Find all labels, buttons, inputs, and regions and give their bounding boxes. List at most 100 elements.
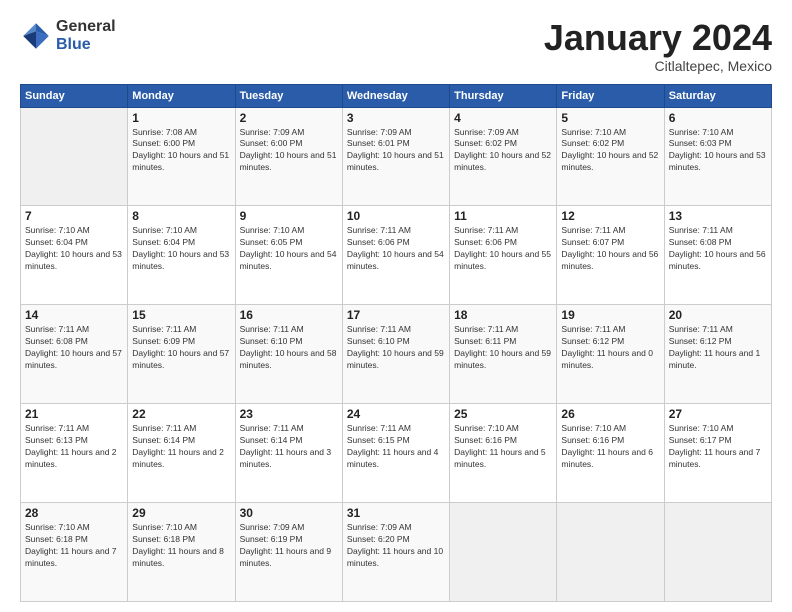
day-info: Sunrise: 7:10 AMSunset: 6:03 PMDaylight:… <box>669 127 767 175</box>
weekday-header: Wednesday <box>342 84 449 107</box>
title-block: January 2024 Citlaltepec, Mexico <box>544 18 772 74</box>
weekday-header: Friday <box>557 84 664 107</box>
day-number: 5 <box>561 111 659 125</box>
weekday-header: Tuesday <box>235 84 342 107</box>
day-number: 28 <box>25 506 123 520</box>
calendar-week-row: 21Sunrise: 7:11 AMSunset: 6:13 PMDayligh… <box>21 404 772 503</box>
day-number: 19 <box>561 308 659 322</box>
day-info: Sunrise: 7:11 AMSunset: 6:14 PMDaylight:… <box>132 423 230 471</box>
day-info: Sunrise: 7:10 AMSunset: 6:18 PMDaylight:… <box>132 522 230 570</box>
weekday-header: Monday <box>128 84 235 107</box>
calendar-cell: 23 Sunrise: 7:11 AMSunset: 6:14 PMDayligh… <box>235 404 342 503</box>
day-number: 23 <box>240 407 338 421</box>
calendar-cell: 30 Sunrise: 7:09 AMSunset: 6:19 PMDayligh… <box>235 503 342 602</box>
calendar-cell: 9Sunrise: 7:10 AMSunset: 6:05 PMDaylight… <box>235 206 342 305</box>
day-number: 15 <box>132 308 230 322</box>
day-info: Sunrise: 7:11 AMSunset: 6:07 PMDaylight:… <box>561 225 659 273</box>
calendar-cell: 13Sunrise: 7:11 AMSunset: 6:08 PMDayligh… <box>664 206 771 305</box>
day-number: 26 <box>561 407 659 421</box>
calendar-cell: 24Sunrise: 7:11 AMSunset: 6:15 PMDayligh… <box>342 404 449 503</box>
calendar-week-row: 1Sunrise: 7:08 AMSunset: 6:00 PMDaylight… <box>21 107 772 206</box>
calendar-week-row: 14 Sunrise: 7:11 AMSunset: 6:08 PMDayligh… <box>21 305 772 404</box>
calendar-cell <box>664 503 771 602</box>
day-number: 30 <box>240 506 338 520</box>
page: General Blue January 2024 Citlaltepec, M… <box>0 0 792 612</box>
calendar-cell <box>450 503 557 602</box>
calendar-cell: 20 Sunrise: 7:11 AMSunset: 6:12 PMDayligh… <box>664 305 771 404</box>
day-number: 2 <box>240 111 338 125</box>
day-number: 4 <box>454 111 552 125</box>
calendar-cell: 18 Sunrise: 7:11 AMSunset: 6:11 PMDayligh… <box>450 305 557 404</box>
calendar-cell: 17 Sunrise: 7:11 AMSunset: 6:10 PMDayligh… <box>342 305 449 404</box>
logo-text: General Blue <box>56 18 116 53</box>
calendar-cell: 5 Sunrise: 7:10 AMSunset: 6:02 PMDaylight… <box>557 107 664 206</box>
day-info: Sunrise: 7:09 AMSunset: 6:02 PMDaylight:… <box>454 127 552 175</box>
day-info: Sunrise: 7:10 AMSunset: 6:16 PMDaylight:… <box>454 423 552 471</box>
calendar-cell: 2Sunrise: 7:09 AMSunset: 6:00 PMDaylight… <box>235 107 342 206</box>
calendar-cell: 25 Sunrise: 7:10 AMSunset: 6:16 PMDayligh… <box>450 404 557 503</box>
calendar-cell: 6 Sunrise: 7:10 AMSunset: 6:03 PMDaylight… <box>664 107 771 206</box>
logo: General Blue <box>20 18 116 53</box>
calendar-cell: 22Sunrise: 7:11 AMSunset: 6:14 PMDayligh… <box>128 404 235 503</box>
day-info: Sunrise: 7:11 AMSunset: 6:12 PMDaylight:… <box>669 324 767 372</box>
day-info: Sunrise: 7:10 AMSunset: 6:02 PMDaylight:… <box>561 127 659 175</box>
calendar-week-row: 28 Sunrise: 7:10 AMSunset: 6:18 PMDayligh… <box>21 503 772 602</box>
day-number: 14 <box>25 308 123 322</box>
day-number: 17 <box>347 308 445 322</box>
day-info: Sunrise: 7:10 AMSunset: 6:04 PMDaylight:… <box>132 225 230 273</box>
day-info: Sunrise: 7:11 AMSunset: 6:09 PMDaylight:… <box>132 324 230 372</box>
day-number: 21 <box>25 407 123 421</box>
day-number: 25 <box>454 407 552 421</box>
calendar-cell: 21Sunrise: 7:11 AMSunset: 6:13 PMDayligh… <box>21 404 128 503</box>
weekday-header: Sunday <box>21 84 128 107</box>
day-info: Sunrise: 7:11 AMSunset: 6:12 PMDaylight:… <box>561 324 659 372</box>
calendar-week-row: 7 Sunrise: 7:10 AMSunset: 6:04 PMDaylight… <box>21 206 772 305</box>
day-info: Sunrise: 7:11 AMSunset: 6:06 PMDaylight:… <box>347 225 445 273</box>
day-info: Sunrise: 7:10 AMSunset: 6:16 PMDaylight:… <box>561 423 659 471</box>
calendar-cell: 15 Sunrise: 7:11 AMSunset: 6:09 PMDayligh… <box>128 305 235 404</box>
day-info: Sunrise: 7:11 AMSunset: 6:08 PMDaylight:… <box>25 324 123 372</box>
day-number: 7 <box>25 209 123 223</box>
calendar-cell: 31Sunrise: 7:09 AMSunset: 6:20 PMDayligh… <box>342 503 449 602</box>
logo-general: General <box>56 18 116 36</box>
day-info: Sunrise: 7:11 AMSunset: 6:11 PMDaylight:… <box>454 324 552 372</box>
day-info: Sunrise: 7:10 AMSunset: 6:05 PMDaylight:… <box>240 225 338 273</box>
calendar-cell: 16 Sunrise: 7:11 AMSunset: 6:10 PMDayligh… <box>235 305 342 404</box>
header-row: SundayMondayTuesdayWednesdayThursdayFrid… <box>21 84 772 107</box>
calendar-cell: 26 Sunrise: 7:10 AMSunset: 6:16 PMDayligh… <box>557 404 664 503</box>
calendar-cell: 4 Sunrise: 7:09 AMSunset: 6:02 PMDaylight… <box>450 107 557 206</box>
day-number: 18 <box>454 308 552 322</box>
day-info: Sunrise: 7:10 AMSunset: 6:17 PMDaylight:… <box>669 423 767 471</box>
day-number: 1 <box>132 111 230 125</box>
calendar-cell: 7 Sunrise: 7:10 AMSunset: 6:04 PMDaylight… <box>21 206 128 305</box>
day-info: Sunrise: 7:11 AMSunset: 6:08 PMDaylight:… <box>669 225 767 273</box>
day-number: 31 <box>347 506 445 520</box>
calendar-cell: 14 Sunrise: 7:11 AMSunset: 6:08 PMDayligh… <box>21 305 128 404</box>
calendar-cell: 1Sunrise: 7:08 AMSunset: 6:00 PMDaylight… <box>128 107 235 206</box>
weekday-header: Saturday <box>664 84 771 107</box>
calendar-cell: 11Sunrise: 7:11 AMSunset: 6:06 PMDayligh… <box>450 206 557 305</box>
day-number: 6 <box>669 111 767 125</box>
day-info: Sunrise: 7:10 AMSunset: 6:04 PMDaylight:… <box>25 225 123 273</box>
day-number: 11 <box>454 209 552 223</box>
day-number: 20 <box>669 308 767 322</box>
day-number: 27 <box>669 407 767 421</box>
calendar-cell: 27 Sunrise: 7:10 AMSunset: 6:17 PMDayligh… <box>664 404 771 503</box>
calendar-cell: 28Sunrise: 7:10 AMSunset: 6:18 PMDayligh… <box>21 503 128 602</box>
day-info: Sunrise: 7:11 AMSunset: 6:14 PMDaylight:… <box>240 423 338 471</box>
day-info: Sunrise: 7:11 AMSunset: 6:10 PMDaylight:… <box>240 324 338 372</box>
calendar-cell: 29Sunrise: 7:10 AMSunset: 6:18 PMDayligh… <box>128 503 235 602</box>
day-number: 16 <box>240 308 338 322</box>
day-info: Sunrise: 7:09 AMSunset: 6:19 PMDaylight:… <box>240 522 338 570</box>
day-number: 3 <box>347 111 445 125</box>
day-info: Sunrise: 7:11 AMSunset: 6:10 PMDaylight:… <box>347 324 445 372</box>
calendar-cell <box>557 503 664 602</box>
calendar-cell: 12Sunrise: 7:11 AMSunset: 6:07 PMDayligh… <box>557 206 664 305</box>
logo-icon <box>20 20 52 52</box>
calendar-cell: 10 Sunrise: 7:11 AMSunset: 6:06 PMDayligh… <box>342 206 449 305</box>
logo-blue: Blue <box>56 36 116 54</box>
calendar-cell: 8 Sunrise: 7:10 AMSunset: 6:04 PMDaylight… <box>128 206 235 305</box>
day-number: 10 <box>347 209 445 223</box>
day-number: 8 <box>132 209 230 223</box>
weekday-header: Thursday <box>450 84 557 107</box>
